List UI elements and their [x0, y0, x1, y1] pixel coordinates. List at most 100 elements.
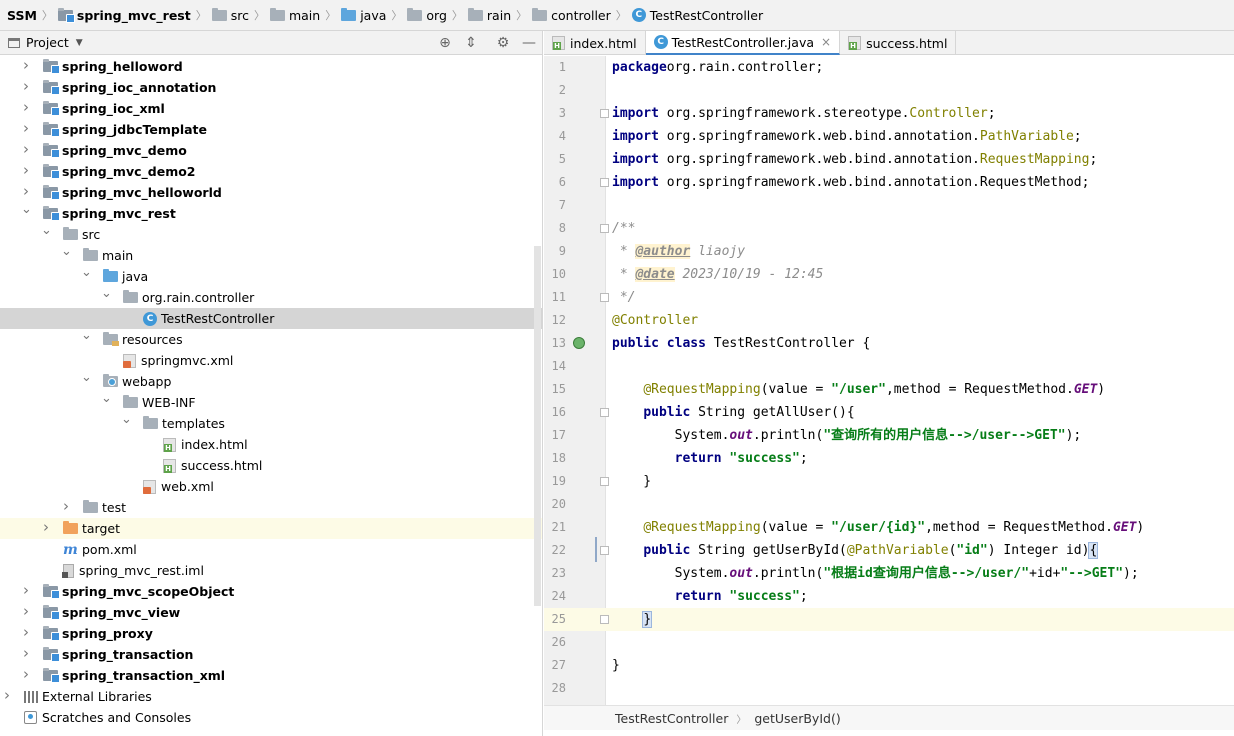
tree-item[interactable]: › spring_mvc_demo2	[0, 161, 542, 182]
breadcrumb-item[interactable]: java	[338, 0, 389, 31]
chevron-right-icon[interactable]: ›	[61, 499, 71, 514]
chevron-down-icon[interactable]: ▼	[76, 38, 83, 48]
breadcrumb-item[interactable]: spring_mvc_rest	[55, 0, 194, 31]
code-line[interactable]: }	[612, 654, 620, 677]
fold-marker-icon[interactable]	[600, 224, 609, 233]
code-line[interactable]: }	[612, 608, 653, 631]
tree-item[interactable]: ⌄ org.rain.controller	[0, 287, 542, 308]
chevron-right-icon[interactable]: ›	[21, 646, 31, 661]
code-line[interactable]: * @author liaojy	[612, 240, 745, 263]
chevron-right-icon[interactable]: ›	[21, 121, 31, 136]
editor-tab[interactable]: C TestRestController.java ×	[645, 31, 841, 55]
chevron-down-icon[interactable]: ⌄	[81, 371, 92, 384]
tree-item[interactable]: › spring_mvc_scopeObject	[0, 581, 542, 602]
chevron-down-icon[interactable]: ⌄	[81, 266, 92, 279]
chevron-right-icon[interactable]: ›	[21, 604, 31, 619]
project-scrollbar[interactable]	[534, 246, 541, 606]
tree-item[interactable]: ⌄ WEB-INF	[0, 392, 542, 413]
tree-item[interactable]: ⌄ templates	[0, 413, 542, 434]
tree-item[interactable]: › spring_ioc_annotation	[0, 77, 542, 98]
breadcrumb-item[interactable]: C TestRestController	[629, 0, 766, 31]
tree-item[interactable]: › test	[0, 497, 542, 518]
chevron-right-icon[interactable]: ›	[21, 163, 31, 178]
chevron-down-icon[interactable]: ⌄	[101, 392, 112, 405]
code-line[interactable]: System.out.println("根据id查询用户信息-->/user/"…	[612, 562, 1139, 585]
chevron-right-icon[interactable]: ›	[21, 625, 31, 640]
tree-item[interactable]: success.html	[0, 455, 542, 476]
code-line[interactable]: @Controller	[612, 309, 698, 332]
tree-item[interactable]: C TestRestController	[0, 308, 542, 329]
hide-panel-icon[interactable]: —	[520, 34, 538, 52]
tree-item[interactable]: ⌄ src	[0, 224, 542, 245]
chevron-down-icon[interactable]: ⌄	[121, 413, 132, 426]
tree-item[interactable]: index.html	[0, 434, 542, 455]
tree-item[interactable]: m pom.xml	[0, 539, 542, 560]
chevron-right-icon[interactable]: ›	[21, 79, 31, 94]
chevron-right-icon[interactable]: ›	[21, 142, 31, 157]
chevron-right-icon[interactable]: ›	[21, 667, 31, 682]
code-line[interactable]: packageorg.rain.controller;	[612, 56, 823, 79]
tree-item[interactable]: Scratches and Consoles	[0, 707, 542, 728]
breadcrumb-item[interactable]: rain	[465, 0, 514, 31]
chevron-right-icon[interactable]: ›	[2, 688, 12, 703]
tree-item[interactable]: › spring_mvc_helloworld	[0, 182, 542, 203]
breadcrumb-item[interactable]: org	[404, 0, 450, 31]
tree-item[interactable]: ⌄ java	[0, 266, 542, 287]
close-icon[interactable]: ×	[821, 35, 831, 49]
code-line[interactable]: return "success";	[612, 447, 808, 470]
editor-tab[interactable]: success.html	[840, 31, 957, 55]
tree-item[interactable]: › spring_proxy	[0, 623, 542, 644]
chevron-right-icon[interactable]: ›	[21, 583, 31, 598]
tree-item[interactable]: › spring_mvc_view	[0, 602, 542, 623]
collapse-all-icon[interactable]: ⇕	[462, 34, 480, 52]
chevron-down-icon[interactable]: ⌄	[61, 245, 72, 258]
breadcrumb-item[interactable]: controller	[529, 0, 614, 31]
code-line[interactable]: public String getUserById(@PathVariable(…	[612, 539, 1099, 562]
chevron-right-icon[interactable]: ›	[21, 184, 31, 199]
chevron-down-icon[interactable]: ⌄	[21, 203, 32, 216]
spring-bean-icon[interactable]	[573, 337, 585, 349]
fold-marker-icon[interactable]	[600, 109, 609, 118]
tree-item[interactable]: web.xml	[0, 476, 542, 497]
code-line[interactable]: public class TestRestController {	[612, 332, 870, 355]
fold-marker-icon[interactable]	[600, 615, 609, 624]
code-line[interactable]: import org.springframework.web.bind.anno…	[612, 125, 1082, 148]
tree-item[interactable]: › External Libraries	[0, 686, 542, 707]
fold-marker-icon[interactable]	[600, 293, 609, 302]
chevron-right-icon[interactable]: ›	[41, 520, 51, 535]
code-line[interactable]: @RequestMapping(value = "/user/{id}",met…	[612, 516, 1144, 539]
project-panel-title[interactable]: Project	[26, 35, 69, 50]
tree-item[interactable]: › spring_jdbcTemplate	[0, 119, 542, 140]
tree-item[interactable]: ⌄ resources	[0, 329, 542, 350]
tree-item[interactable]: springmvc.xml	[0, 350, 542, 371]
tree-item[interactable]: › spring_transaction	[0, 644, 542, 665]
code-line[interactable]: * @date 2023/10/19 - 12:45	[612, 263, 823, 286]
breadcrumb-class[interactable]: TestRestController	[615, 711, 728, 726]
fold-marker-icon[interactable]	[600, 408, 609, 417]
chevron-down-icon[interactable]: ⌄	[101, 287, 112, 300]
tree-item[interactable]: ⌄ spring_mvc_rest	[0, 203, 542, 224]
code-line[interactable]: }	[612, 470, 651, 493]
chevron-right-icon[interactable]: ›	[21, 100, 31, 115]
locate-file-icon[interactable]: ⊕	[436, 34, 454, 52]
tree-item[interactable]: spring_mvc_rest.iml	[0, 560, 542, 581]
code-line[interactable]: import org.springframework.stereotype.Co…	[612, 102, 996, 125]
code-line[interactable]: System.out.println("查询所有的用户信息-->/user-->…	[612, 424, 1082, 447]
code-line[interactable]: */	[612, 286, 636, 309]
tree-item[interactable]: › spring_transaction_xml	[0, 665, 542, 686]
code-line[interactable]: return "success";	[612, 585, 808, 608]
chevron-down-icon[interactable]: ⌄	[81, 329, 92, 342]
breadcrumb-method[interactable]: getUserById()	[754, 711, 840, 726]
fold-marker-icon[interactable]	[600, 178, 609, 187]
gear-icon[interactable]: ⚙	[494, 34, 512, 52]
code-line[interactable]: @RequestMapping(value = "/user",method =…	[612, 378, 1105, 401]
tree-item[interactable]: ⌄ main	[0, 245, 542, 266]
tree-item[interactable]: › spring_ioc_xml	[0, 98, 542, 119]
fold-marker-icon[interactable]	[600, 477, 609, 486]
editor-tab[interactable]: index.html	[544, 31, 646, 55]
breadcrumb-item[interactable]: src	[209, 0, 252, 31]
code-line[interactable]: import org.springframework.web.bind.anno…	[612, 171, 1089, 194]
breadcrumb-item[interactable]: SSM	[4, 0, 40, 31]
chevron-right-icon[interactable]: ›	[21, 58, 31, 73]
tree-item[interactable]: › spring_helloword	[0, 56, 542, 77]
